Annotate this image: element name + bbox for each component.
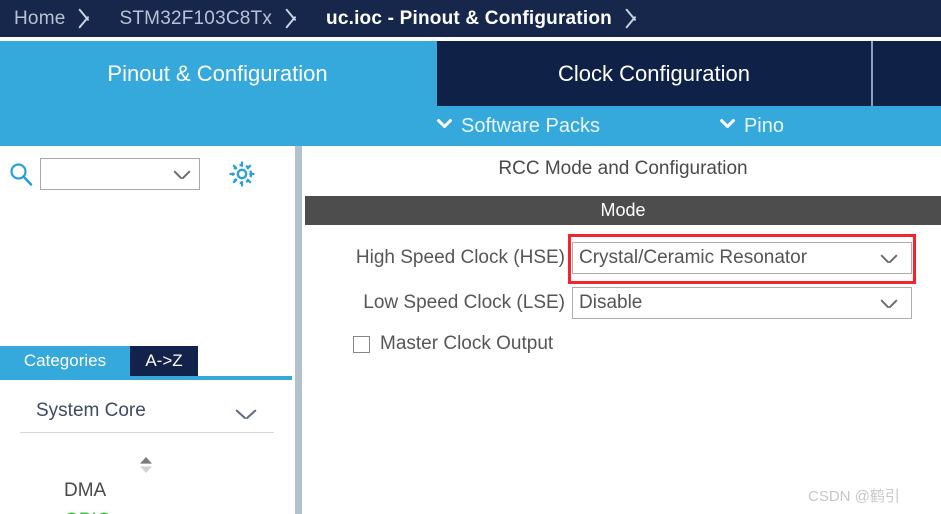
row-master-clock-output[interactable]: Master Clock Output <box>305 329 941 359</box>
low-speed-clock-label: Low Speed Clock (LSE) <box>363 292 565 313</box>
chevron-down-icon[interactable] <box>236 409 256 421</box>
secondary-toolbar: Software Packs Pino <box>0 106 941 146</box>
search-icon[interactable] <box>8 161 34 187</box>
divider <box>20 432 274 433</box>
row-low-speed-clock: Low Speed Clock (LSE) Disable <box>305 284 941 322</box>
breadcrumb-separator-icon <box>71 0 105 37</box>
high-speed-clock-select[interactable]: Crystal/Ceramic Resonator <box>572 242 912 274</box>
mode-section-header: Mode <box>305 196 941 225</box>
pinout-menu-label: Pino <box>743 114 784 137</box>
mode-section-label: Mode <box>600 200 646 220</box>
master-clock-output-checkbox[interactable] <box>353 335 370 353</box>
master-clock-output-label: Master Clock Output <box>380 333 554 354</box>
list-item-label: DMA <box>64 480 107 501</box>
chevron-down-icon[interactable] <box>881 254 897 264</box>
scroll-spinner-icon[interactable] <box>138 456 154 474</box>
low-speed-clock-select[interactable]: Disable <box>572 287 912 319</box>
panel-splitter[interactable] <box>292 146 305 514</box>
list-item-label: GPIO <box>64 510 112 514</box>
breadcrumb: Home STM32F103C8Tx uc.ioc - Pinout & Con… <box>0 0 941 37</box>
search-combo[interactable] <box>40 158 200 190</box>
list-item-gpio[interactable]: GPIO <box>0 506 292 514</box>
category-group-label: System Core <box>36 400 146 421</box>
tab-project-manager[interactable] <box>871 41 941 106</box>
breadcrumb-item-current[interactable]: uc.ioc - Pinout & Configuration <box>312 8 618 30</box>
peripheral-sidebar: Categories A->Z System Core DMA GPIO <box>0 146 292 514</box>
breadcrumb-separator-icon <box>618 0 652 37</box>
main-tab-bar: Pinout & Configuration Clock Configurati… <box>0 41 941 106</box>
search-input[interactable] <box>41 160 166 188</box>
cubemx-window: Home STM32F103C8Tx uc.ioc - Pinout & Con… <box>0 0 941 514</box>
subtab-categories-label: Categories <box>23 351 107 370</box>
software-packs-menu[interactable]: Software Packs <box>437 115 600 138</box>
splitter-handle[interactable] <box>295 146 302 514</box>
tab-clock-configuration-label: Clock Configuration <box>558 60 750 86</box>
software-packs-label: Software Packs <box>461 114 600 137</box>
subtab-a-to-z[interactable]: A->Z <box>130 346 198 376</box>
subtab-categories[interactable]: Categories <box>0 346 130 376</box>
list-item-dma[interactable]: DMA <box>0 476 292 506</box>
tab-pinout-configuration-label: Pinout & Configuration <box>107 60 328 86</box>
high-speed-clock-label: High Speed Clock (HSE) <box>355 247 565 268</box>
high-speed-clock-value: Crystal/Ceramic Resonator <box>579 247 808 268</box>
chevron-down-icon <box>437 119 452 134</box>
chevron-down-icon[interactable] <box>881 299 897 309</box>
search-row <box>0 154 292 194</box>
configuration-panel: RCC Mode and Configuration Mode High Spe… <box>305 146 941 514</box>
breadcrumb-item-home[interactable]: Home <box>0 8 71 30</box>
gear-icon[interactable] <box>228 160 256 188</box>
sidebar-subtab-bar: Categories A->Z <box>0 346 292 376</box>
breadcrumb-item-mcu[interactable]: STM32F103C8Tx <box>105 8 278 30</box>
watermark: CSDN @鹤引 <box>808 488 900 505</box>
low-speed-clock-value: Disable <box>579 292 643 313</box>
sidebar-subtab-underline <box>0 376 292 380</box>
chevron-down-icon[interactable] <box>174 170 190 180</box>
category-group-system-core[interactable]: System Core <box>0 392 292 438</box>
chevron-down-icon <box>720 119 735 134</box>
subtab-a-to-z-label: A->Z <box>145 351 183 370</box>
tab-clock-configuration[interactable]: Clock Configuration <box>435 41 871 106</box>
tab-pinout-configuration[interactable]: Pinout & Configuration <box>0 41 435 106</box>
row-high-speed-clock: High Speed Clock (HSE) Crystal/Ceramic R… <box>305 239 941 277</box>
breadcrumb-separator-icon <box>278 0 312 37</box>
pinout-menu[interactable]: Pino <box>720 115 784 138</box>
peripheral-list: DMA GPIO IWDG NVIC RCC <box>0 476 292 514</box>
page-title: RCC Mode and Configuration <box>498 158 748 179</box>
